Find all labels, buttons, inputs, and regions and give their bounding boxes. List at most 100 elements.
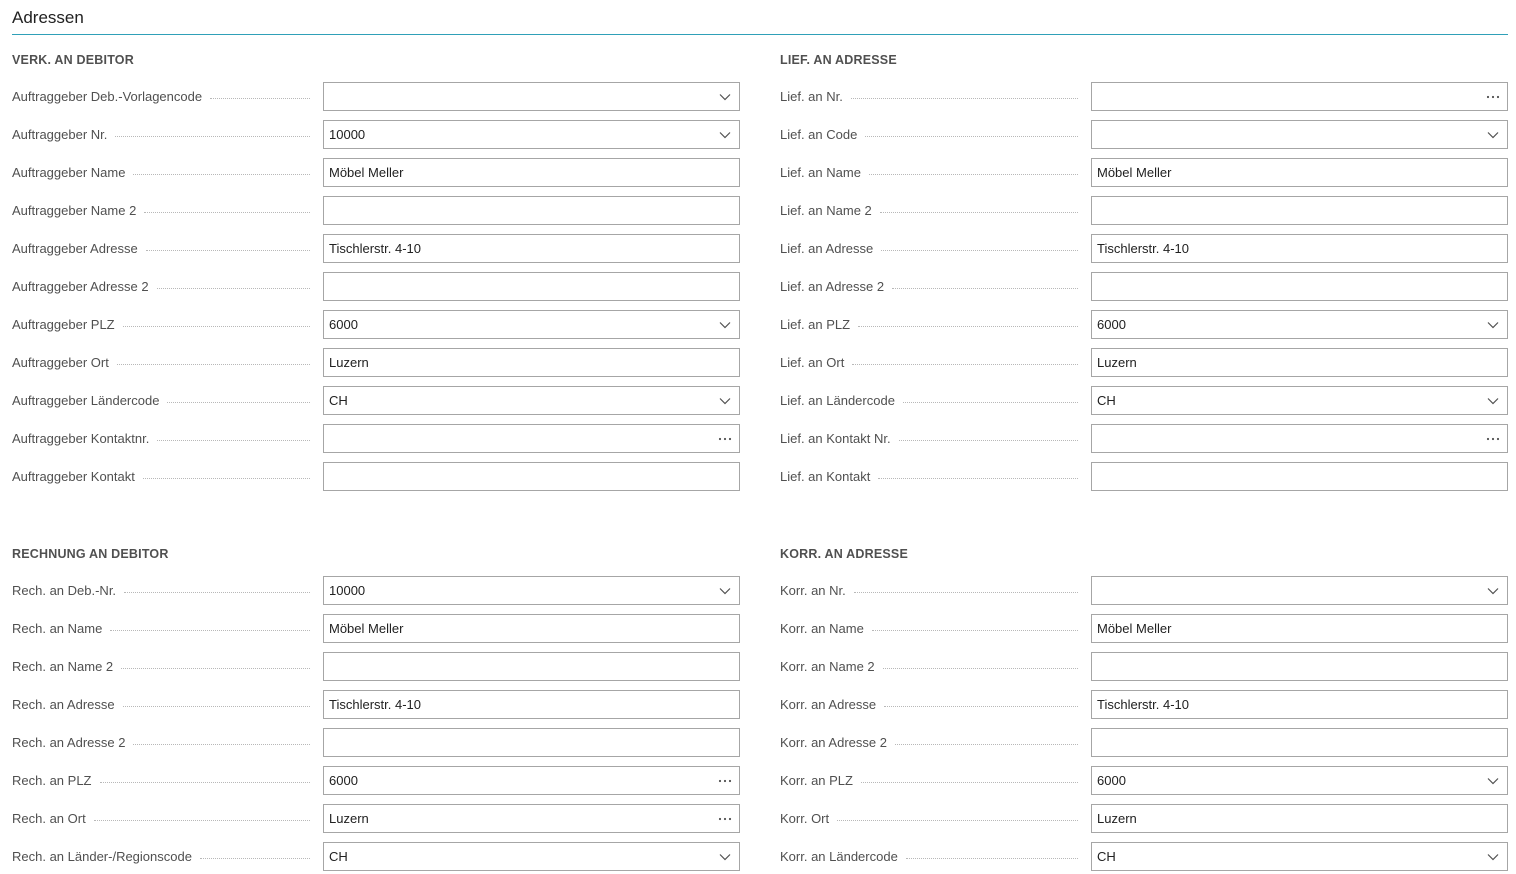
dotted-leader (892, 287, 1078, 289)
field-label: Rech. an Adresse 2 (12, 735, 126, 750)
field-value[interactable]: CH (329, 843, 348, 870)
field-value[interactable]: Möbel Meller (1097, 615, 1171, 642)
dropdown-field-auftraggeber-laendercode[interactable]: CH (323, 386, 740, 415)
text-field-korr-an-name-2[interactable] (1091, 652, 1508, 681)
field-value[interactable]: Tischlerstr. 4-10 (329, 235, 421, 262)
field-label: Auftraggeber PLZ (12, 317, 115, 332)
field-value[interactable]: CH (1097, 387, 1116, 414)
text-field-auftraggeber-adresse[interactable]: Tischlerstr. 4-10 (323, 234, 740, 263)
ellipsis-icon[interactable] (711, 425, 739, 452)
dropdown-field-lief-an-code[interactable] (1091, 120, 1508, 149)
dropdown-field-rech-an-laender-regionscode[interactable]: CH (323, 842, 740, 871)
chevron-down-icon[interactable] (1479, 121, 1507, 148)
field-value[interactable]: 10000 (329, 121, 365, 148)
text-field-korr-an-name[interactable]: Möbel Meller (1091, 614, 1508, 643)
ellipsis-icon[interactable] (711, 805, 739, 832)
field-value[interactable]: Tischlerstr. 4-10 (1097, 235, 1189, 262)
field-row-rech-an-plz: Rech. an PLZ 6000 (12, 766, 740, 795)
lookup-field-rech-an-ort[interactable]: Luzern (323, 804, 740, 833)
lookup-field-lief-an-kontakt-nr[interactable] (1091, 424, 1508, 453)
text-field-rech-an-name-2[interactable] (323, 652, 740, 681)
field-value[interactable]: Tischlerstr. 4-10 (329, 691, 421, 718)
ellipsis-icon[interactable] (1479, 83, 1507, 110)
text-field-lief-an-adresse[interactable]: Tischlerstr. 4-10 (1091, 234, 1508, 263)
text-field-lief-an-name-2[interactable] (1091, 196, 1508, 225)
field-label-container: Auftraggeber Name 2 (12, 196, 310, 225)
field-label-container: Lief. an Adresse 2 (780, 272, 1078, 301)
dropdown-field-korr-an-nr[interactable] (1091, 576, 1508, 605)
dropdown-field-lief-an-laendercode[interactable]: CH (1091, 386, 1508, 415)
text-field-korr-an-adresse[interactable]: Tischlerstr. 4-10 (1091, 690, 1508, 719)
field-label: Korr. an Name (780, 621, 864, 636)
dotted-leader (865, 135, 1078, 137)
field-value[interactable]: Luzern (1097, 349, 1137, 376)
dropdown-field-korr-an-laendercode[interactable]: CH (1091, 842, 1508, 871)
dotted-leader (853, 591, 1078, 593)
text-field-auftraggeber-name-2[interactable] (323, 196, 740, 225)
text-field-auftraggeber-ort[interactable]: Luzern (323, 348, 740, 377)
ellipsis-icon[interactable] (711, 767, 739, 794)
dotted-leader (115, 135, 310, 137)
text-field-rech-an-name[interactable]: Möbel Meller (323, 614, 740, 643)
text-field-auftraggeber-adresse-2[interactable] (323, 272, 740, 301)
text-field-korr-an-adresse-2[interactable] (1091, 728, 1508, 757)
field-value[interactable]: Möbel Meller (329, 615, 403, 642)
text-field-auftraggeber-kontakt[interactable] (323, 462, 740, 491)
chevron-down-icon[interactable] (711, 121, 739, 148)
field-value[interactable]: 6000 (1097, 767, 1126, 794)
lookup-field-auftraggeber-kontaktnr[interactable] (323, 424, 740, 453)
chevron-down-icon[interactable] (1479, 387, 1507, 414)
field-label-container: Auftraggeber Ländercode (12, 386, 310, 415)
field-value[interactable]: 6000 (1097, 311, 1126, 338)
field-row-lief-an-name-2: Lief. an Name 2 (780, 196, 1508, 225)
text-field-rech-an-adresse-2[interactable] (323, 728, 740, 757)
field-value[interactable]: Möbel Meller (1097, 159, 1171, 186)
field-row-lief-an-laendercode: Lief. an Ländercode CH (780, 386, 1508, 415)
chevron-down-icon[interactable] (1479, 311, 1507, 338)
field-label: Auftraggeber Name (12, 165, 126, 180)
field-label: Auftraggeber Kontakt (12, 469, 135, 484)
text-field-rech-an-adresse[interactable]: Tischlerstr. 4-10 (323, 690, 740, 719)
dotted-leader (902, 401, 1078, 403)
text-field-korr-ort[interactable]: Luzern (1091, 804, 1508, 833)
field-label: Korr. Ort (780, 811, 830, 826)
dropdown-field-lief-an-plz[interactable]: 6000 (1091, 310, 1508, 339)
field-value[interactable]: 6000 (329, 767, 358, 794)
page-title: Adressen (12, 8, 84, 27)
dropdown-field-korr-an-plz[interactable]: 6000 (1091, 766, 1508, 795)
text-field-lief-an-ort[interactable]: Luzern (1091, 348, 1508, 377)
text-field-lief-an-adresse-2[interactable] (1091, 272, 1508, 301)
ellipsis-icon[interactable] (1479, 425, 1507, 452)
chevron-down-icon[interactable] (1479, 577, 1507, 604)
field-value[interactable]: Luzern (329, 349, 369, 376)
text-field-lief-an-name[interactable]: Möbel Meller (1091, 158, 1508, 187)
field-value[interactable]: 6000 (329, 311, 358, 338)
field-value[interactable]: CH (329, 387, 348, 414)
field-value[interactable]: CH (1097, 843, 1116, 870)
chevron-down-icon[interactable] (711, 83, 739, 110)
field-row-auftraggeber-kontaktnr: Auftraggeber Kontaktnr. (12, 424, 740, 453)
chevron-down-icon[interactable] (711, 577, 739, 604)
field-label-container: Auftraggeber Deb.-Vorlagencode (12, 82, 310, 111)
dropdown-field-auftraggeber-deb-vorlagencode[interactable] (323, 82, 740, 111)
field-label-container: Auftraggeber Ort (12, 348, 310, 377)
field-value[interactable]: Luzern (1097, 805, 1137, 832)
dropdown-field-rech-an-deb-nr[interactable]: 10000 (323, 576, 740, 605)
chevron-down-icon[interactable] (1479, 767, 1507, 794)
field-row-lief-an-kontakt-nr: Lief. an Kontakt Nr. (780, 424, 1508, 453)
field-value[interactable]: Luzern (329, 805, 369, 832)
dropdown-field-auftraggeber-plz[interactable]: 6000 (323, 310, 740, 339)
lookup-field-lief-an-nr[interactable] (1091, 82, 1508, 111)
dropdown-field-auftraggeber-nr[interactable]: 10000 (323, 120, 740, 149)
field-value[interactable]: Tischlerstr. 4-10 (1097, 691, 1189, 718)
chevron-down-icon[interactable] (711, 311, 739, 338)
chevron-down-icon[interactable] (711, 387, 739, 414)
field-value[interactable]: Möbel Meller (329, 159, 403, 186)
field-value[interactable]: 10000 (329, 577, 365, 604)
text-field-auftraggeber-name[interactable]: Möbel Meller (323, 158, 740, 187)
dotted-leader (881, 249, 1078, 251)
text-field-lief-an-kontakt[interactable] (1091, 462, 1508, 491)
lookup-field-rech-an-plz[interactable]: 6000 (323, 766, 740, 795)
chevron-down-icon[interactable] (1479, 843, 1507, 870)
chevron-down-icon[interactable] (711, 843, 739, 870)
